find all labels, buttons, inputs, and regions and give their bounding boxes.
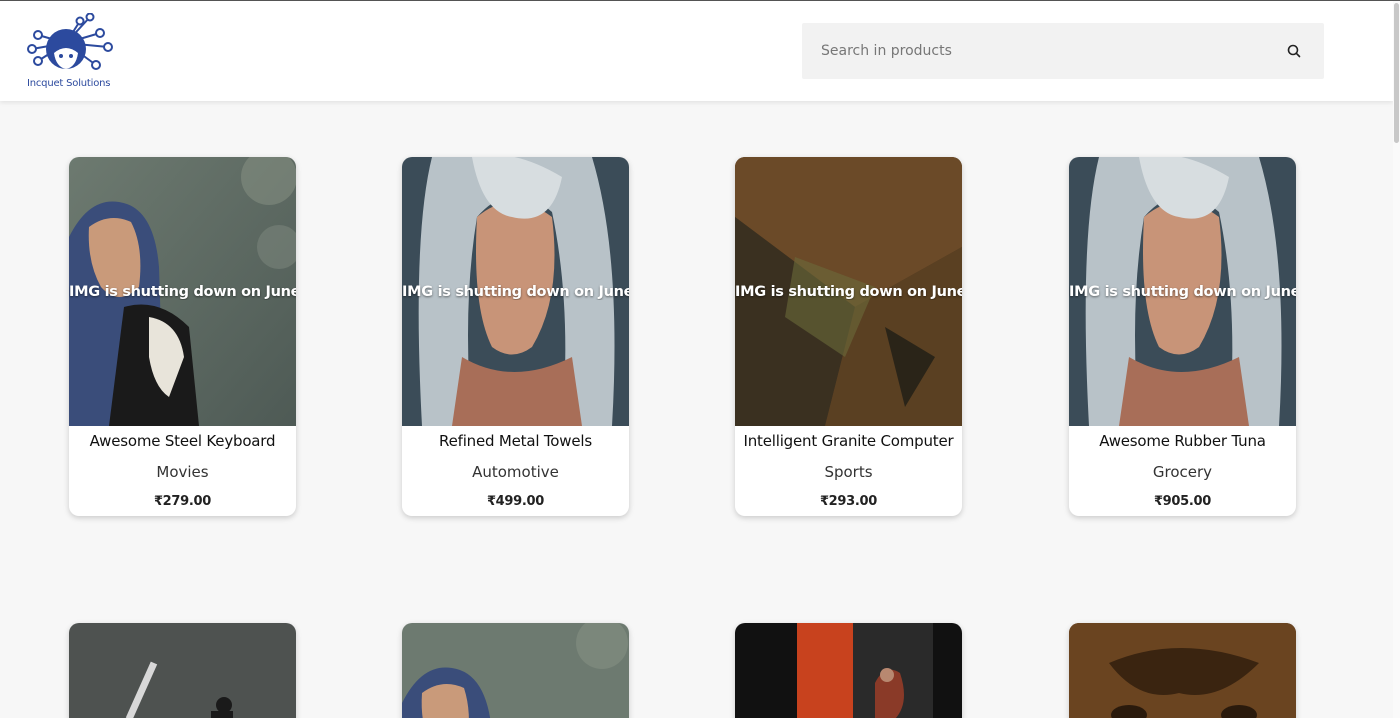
- product-image[interactable]: [735, 623, 962, 718]
- product-image[interactable]: IMG is shutting down on June 30,: [402, 157, 629, 426]
- product-image[interactable]: IMG is shutting down on June 30,: [69, 157, 296, 426]
- page-scrollbar[interactable]: [1393, 1, 1400, 718]
- product-price: ₹293.00: [819, 494, 878, 509]
- brand-logo[interactable]: Incquet Solutions: [20, 13, 116, 93]
- product-category: Sports: [824, 463, 873, 481]
- search-input[interactable]: [802, 23, 1272, 79]
- product-name[interactable]: Awesome Steel Keyboard: [69, 432, 296, 450]
- product-card[interactable]: IMG is shutting down on June 30, Intelli…: [735, 157, 962, 516]
- product-price: ₹499.00: [486, 494, 545, 509]
- product-card[interactable]: IMG is shutting down on June 30, Refined…: [402, 157, 629, 516]
- product-category: Automotive: [472, 463, 559, 481]
- image-caption: IMG is shutting down on June 30,: [402, 284, 629, 300]
- image-caption: IMG is shutting down on June 30,: [1069, 284, 1296, 300]
- site-header: Incquet Solutions: [0, 1, 1393, 101]
- product-name[interactable]: Awesome Rubber Tuna: [1069, 432, 1296, 450]
- product-image[interactable]: [69, 623, 296, 718]
- product-card[interactable]: IMG is shutting down on June 30, Awesome…: [69, 157, 296, 516]
- product-category: Movies: [156, 463, 209, 481]
- product-card[interactable]: [735, 623, 962, 718]
- product-price: ₹905.00: [1153, 494, 1212, 509]
- product-category: Grocery: [1152, 463, 1213, 481]
- logo-icon: [27, 13, 113, 70]
- search-bar: [802, 23, 1324, 79]
- product-image[interactable]: IMG is shutting down on June 30,: [1069, 157, 1296, 426]
- product-name[interactable]: Intelligent Granite Computer: [735, 432, 962, 450]
- scrollbar-thumb[interactable]: [1394, 3, 1399, 143]
- product-image[interactable]: IMG is shutting down on June 30,: [735, 157, 962, 426]
- image-caption: IMG is shutting down on June 30,: [735, 284, 962, 300]
- product-image[interactable]: [1069, 623, 1296, 718]
- product-card[interactable]: [1069, 623, 1296, 718]
- product-card[interactable]: [69, 623, 296, 718]
- brand-name: Incquet Solutions: [27, 78, 111, 89]
- product-card[interactable]: IMG is shutting down on June 30, Awesome…: [1069, 157, 1296, 516]
- product-name[interactable]: Refined Metal Towels: [402, 432, 629, 450]
- product-price: ₹279.00: [153, 494, 212, 509]
- product-image[interactable]: [402, 623, 629, 718]
- image-caption: IMG is shutting down on June 30,: [69, 284, 296, 300]
- search-icon[interactable]: [1286, 43, 1302, 59]
- product-card[interactable]: [402, 623, 629, 718]
